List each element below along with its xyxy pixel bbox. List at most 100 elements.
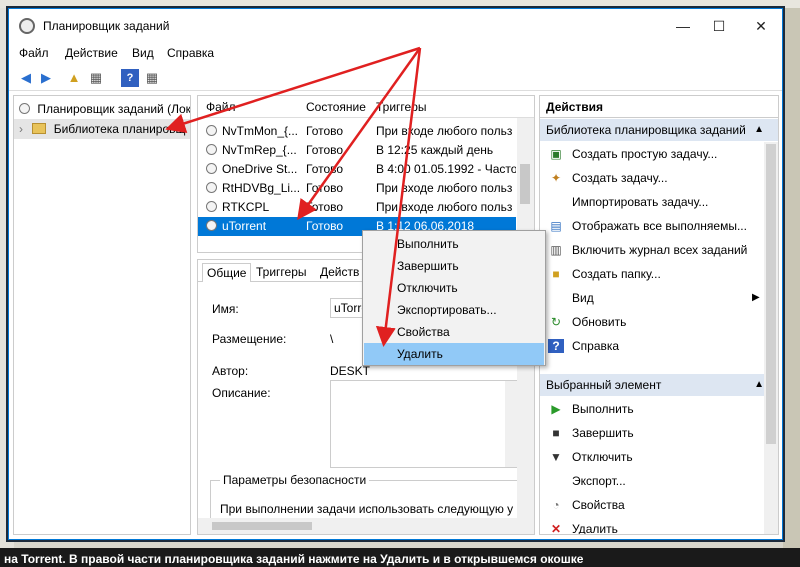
action-import-task[interactable]: Импортировать задачу... bbox=[540, 190, 764, 214]
table-row[interactable]: RTKCPL Готово При входе любого польз bbox=[198, 198, 516, 217]
action-view[interactable]: Вид ▶ bbox=[540, 286, 764, 310]
task-clock-icon bbox=[206, 125, 217, 136]
task-status: Готово bbox=[306, 219, 344, 233]
task-name: uTorrent bbox=[222, 219, 267, 233]
action-new-folder[interactable]: ■ Создать папку... bbox=[540, 262, 764, 286]
submenu-arrow-icon: ▶ bbox=[752, 292, 760, 303]
tab-general[interactable]: Общие bbox=[202, 263, 252, 282]
action-label: Завершить bbox=[572, 426, 634, 440]
task-name: OneDrive St... bbox=[222, 162, 298, 176]
action-label: Создать простую задачу... bbox=[572, 147, 718, 161]
context-run[interactable]: Выполнить bbox=[364, 233, 544, 255]
location-value: \ bbox=[330, 332, 334, 346]
menu-view[interactable]: Вид bbox=[132, 46, 154, 60]
table-row[interactable]: NvTmRep_{... Готово В 12:25 каждый день bbox=[198, 141, 516, 160]
actions-scrollbar[interactable] bbox=[764, 142, 778, 534]
task-status: Готово bbox=[306, 162, 344, 176]
help-icon[interactable]: ? bbox=[121, 69, 139, 87]
action-create-basic-task[interactable]: ▣ Создать простую задачу... bbox=[540, 142, 764, 166]
description-label: Описание: bbox=[212, 386, 271, 400]
task-status: Готово bbox=[306, 200, 344, 214]
create-task-icon: ✦ bbox=[550, 171, 562, 185]
minimize-button[interactable]: — bbox=[665, 15, 701, 37]
action-refresh[interactable]: ↻ Обновить bbox=[540, 310, 764, 334]
enable-log-icon: ▥ bbox=[550, 243, 562, 257]
tab-triggers[interactable]: Триггеры bbox=[252, 263, 311, 282]
action-label: Отображать все выполняемы... bbox=[572, 219, 747, 233]
clock-icon bbox=[19, 103, 30, 114]
menu-bar: Файл Действие Вид Справка bbox=[9, 43, 782, 63]
chevron-right-icon[interactable]: › bbox=[19, 122, 23, 136]
name-label: Имя: bbox=[212, 302, 239, 316]
task-name: RtHDVBg_Li... bbox=[222, 181, 301, 195]
task-clock-icon bbox=[206, 201, 217, 212]
action-label: Свойства bbox=[572, 498, 625, 512]
show-hide-tree-icon[interactable]: ▦ bbox=[87, 69, 105, 87]
scrollbar-thumb[interactable] bbox=[766, 144, 776, 444]
tree-root-label: Планировщик заданий (Лок bbox=[37, 102, 190, 116]
table-row[interactable]: OneDrive St... Готово В 4:00 01.05.1992 … bbox=[198, 160, 516, 179]
action-end[interactable]: ■ Завершить bbox=[540, 421, 764, 445]
navigation-tree: Планировщик заданий (Лок › Библиотека пл… bbox=[13, 95, 191, 535]
actions-section-selected[interactable]: Выбранный элемент ▲ bbox=[540, 374, 778, 396]
context-end[interactable]: Завершить bbox=[364, 255, 544, 277]
forward-icon[interactable]: ▶ bbox=[37, 69, 55, 87]
task-name: NvTmRep_{... bbox=[222, 143, 297, 157]
table-row[interactable]: NvTmMon_{... Готово При входе любого пол… bbox=[198, 122, 516, 141]
author-label: Автор: bbox=[212, 364, 249, 378]
action-label: Удалить bbox=[572, 522, 618, 535]
menu-help[interactable]: Справка bbox=[167, 46, 214, 60]
back-icon[interactable]: ◀ bbox=[17, 69, 35, 87]
security-label: Параметры безопасности bbox=[220, 473, 370, 487]
column-header-status[interactable]: Состояние bbox=[306, 100, 366, 114]
task-clock-icon bbox=[206, 163, 217, 174]
context-delete[interactable]: Удалить bbox=[364, 343, 544, 365]
tree-item-root[interactable]: Планировщик заданий (Лок bbox=[14, 99, 190, 119]
actions-section-library[interactable]: Библиотека планировщика заданий ▲ bbox=[540, 119, 778, 141]
collapse-up-icon[interactable]: ▲ bbox=[754, 119, 764, 141]
action-run[interactable]: ▶ Выполнить bbox=[540, 397, 764, 421]
column-header-name[interactable]: Файл bbox=[206, 100, 236, 114]
toolbar: ◀ ▶ ▲ ▦ ? ▦ bbox=[9, 65, 782, 91]
table-row[interactable]: RtHDVBg_Li... Готово При входе любого по… bbox=[198, 179, 516, 198]
action-help[interactable]: ? Справка bbox=[540, 334, 764, 358]
column-header-triggers[interactable]: Триггеры bbox=[376, 100, 427, 114]
action-label: Создать задачу... bbox=[572, 171, 668, 185]
action-export[interactable]: Экспорт... bbox=[540, 469, 764, 493]
security-text: При выполнении задачи использовать следу… bbox=[220, 502, 514, 516]
scrollbar-thumb[interactable] bbox=[520, 164, 530, 204]
action-show-running[interactable]: ▤ Отображать все выполняемы... bbox=[540, 214, 764, 238]
task-trigger: В 12:25 каждый день bbox=[376, 143, 494, 157]
help-icon: ? bbox=[548, 339, 564, 353]
action-create-task[interactable]: ✦ Создать задачу... bbox=[540, 166, 764, 190]
up-folder-icon[interactable]: ▲ bbox=[65, 69, 83, 87]
description-field[interactable] bbox=[330, 380, 520, 468]
context-disable[interactable]: Отключить bbox=[364, 277, 544, 299]
window-title: Планировщик заданий bbox=[43, 19, 170, 33]
show-action-pane-icon[interactable]: ▦ bbox=[143, 69, 161, 87]
maximize-button[interactable]: ☐ bbox=[701, 15, 737, 37]
menu-file[interactable]: Файл bbox=[19, 46, 49, 60]
close-button[interactable]: ✕ bbox=[743, 15, 779, 37]
actions-pane: Действия Библиотека планировщика заданий… bbox=[539, 95, 779, 535]
tab-actions[interactable]: Действ bbox=[316, 263, 363, 282]
task-trigger: При входе любого польз bbox=[376, 124, 513, 138]
action-delete[interactable]: ✕ Удалить bbox=[540, 517, 764, 535]
action-properties[interactable]: ◔ Свойства bbox=[540, 493, 764, 517]
context-properties[interactable]: Свойства bbox=[364, 321, 544, 343]
tree-item-library[interactable]: › Библиотека планировщ bbox=[14, 119, 190, 139]
task-list-header: Файл Состояние Триггеры bbox=[198, 96, 534, 118]
scrollbar-thumb[interactable] bbox=[212, 522, 312, 530]
details-hscrollbar[interactable] bbox=[198, 518, 520, 534]
background-caption: на Torrent. В правой части планировщика … bbox=[0, 548, 800, 567]
task-clock-icon bbox=[206, 144, 217, 155]
action-enable-log[interactable]: ▥ Включить журнал всех заданий bbox=[540, 238, 764, 262]
action-disable[interactable]: ▼ Отключить bbox=[540, 445, 764, 469]
context-export[interactable]: Экспортировать... bbox=[364, 299, 544, 321]
author-value: DESKT bbox=[330, 364, 371, 378]
task-clock-icon bbox=[206, 220, 217, 231]
collapse-up-icon[interactable]: ▲ bbox=[754, 374, 764, 396]
task-trigger: При входе любого польз bbox=[376, 200, 513, 214]
task-name: RTKCPL bbox=[222, 200, 270, 214]
menu-action[interactable]: Действие bbox=[65, 46, 118, 60]
